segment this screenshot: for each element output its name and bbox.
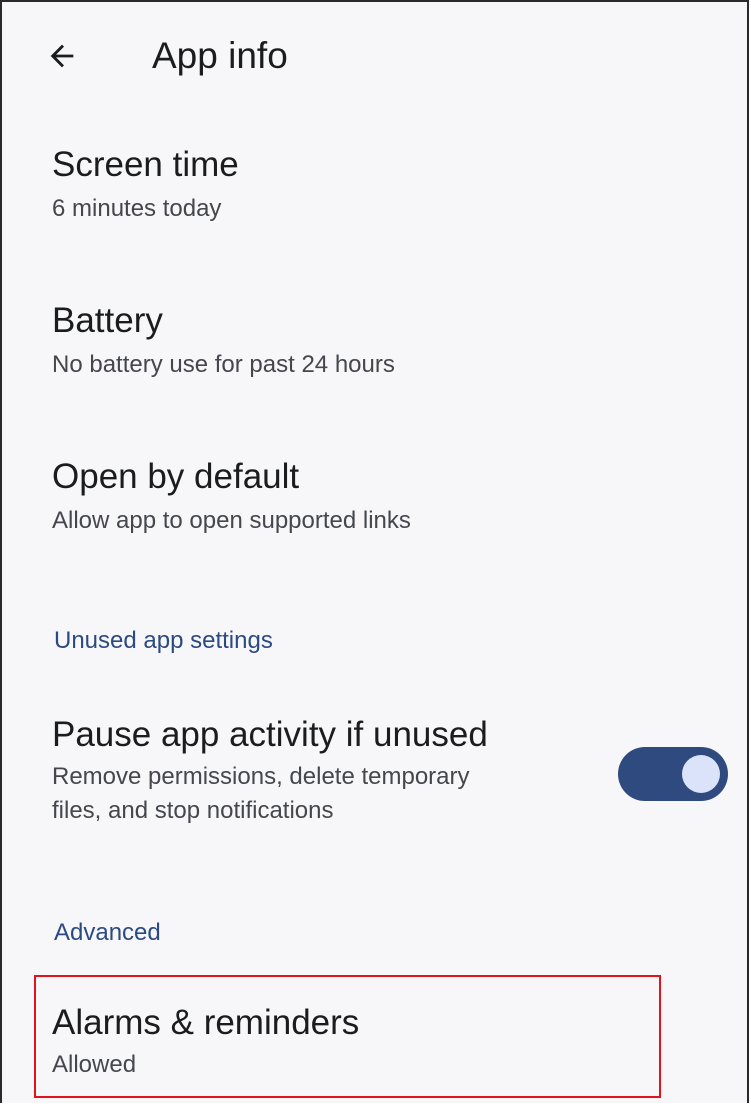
alarms-reminders-highlight-box: [34, 975, 661, 1098]
screen-time-item[interactable]: Screen time 6 minutes today: [52, 144, 239, 226]
open-by-default-title: Open by default: [52, 457, 300, 496]
battery-title: Battery: [52, 301, 163, 340]
pause-app-activity-summary-line2: files, and stop notifications: [52, 797, 334, 824]
advanced-header: Advanced: [54, 919, 161, 946]
app-info-screen: App info Screen time 6 minutes today Bat…: [0, 0, 749, 1103]
pause-app-activity-toggle[interactable]: [618, 747, 728, 801]
arrow-back-icon: [50, 44, 74, 68]
open-by-default-summary: Allow app to open supported links: [52, 507, 411, 534]
top-app-bar: App info: [2, 2, 747, 112]
pause-app-activity-summary-line1: Remove permissions, delete temporary: [52, 763, 470, 790]
unused-app-settings-header: Unused app settings: [54, 627, 273, 654]
back-button[interactable]: [36, 30, 88, 82]
pause-app-activity-title: Pause app activity if unused: [52, 715, 488, 754]
page-title: App info: [152, 35, 288, 76]
screen-time-summary: 6 minutes today: [52, 195, 222, 222]
battery-summary: No battery use for past 24 hours: [52, 351, 395, 378]
battery-item[interactable]: Battery No battery use for past 24 hours: [52, 300, 395, 382]
toggle-thumb: [682, 755, 720, 793]
open-by-default-item[interactable]: Open by default Allow app to open suppor…: [52, 456, 411, 538]
pause-app-activity-item[interactable]: Pause app activity if unused Remove perm…: [52, 714, 488, 828]
screen-time-title: Screen time: [52, 145, 239, 184]
